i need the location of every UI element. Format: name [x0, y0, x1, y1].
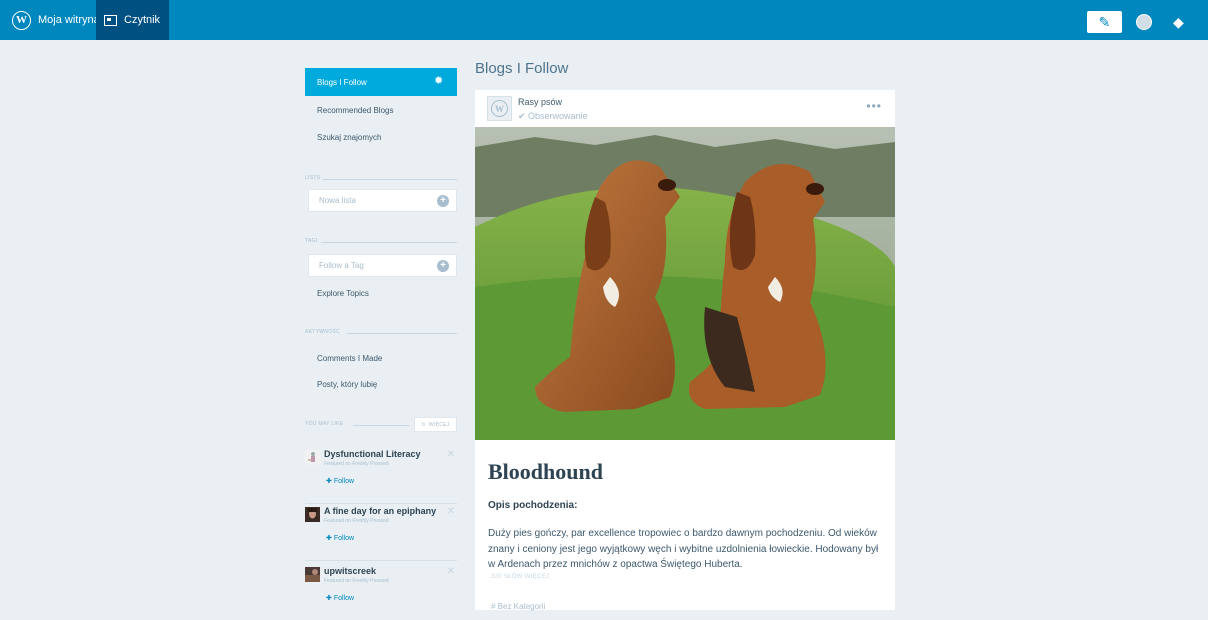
more-button[interactable]: ↻ WIĘCEJ — [414, 417, 457, 432]
blog-featured: Featured on Freshly Pressed — [324, 461, 389, 467]
more-options-icon[interactable]: ••• — [866, 99, 882, 113]
post-card: W Rasy psów ✔ Obserwowanie ••• Bloodhoun… — [475, 90, 895, 611]
follow-plus-icon: ✚ — [326, 478, 334, 485]
top-bar: W Moja witryna Czytnik ✎ ◆ — [0, 0, 1208, 40]
follow-button[interactable]: ✚ Follow — [326, 594, 354, 602]
blog-thumbnail — [305, 507, 320, 522]
check-icon: ✔ — [518, 111, 529, 121]
post-featured-image[interactable] — [475, 127, 895, 440]
sidebar-item-find-friends[interactable]: Szukaj znajomych — [317, 133, 381, 142]
gear-icon[interactable]: ✹ — [434, 76, 445, 87]
my-site-button[interactable]: W Moja witryna — [6, 0, 101, 40]
dismiss-icon[interactable]: ✕ — [447, 566, 455, 577]
blog-name[interactable]: upwitscreek — [324, 566, 376, 576]
add-list-icon[interactable]: + — [437, 195, 449, 207]
reader-label: Czytnik — [124, 14, 161, 26]
blog-thumbnail — [305, 567, 320, 582]
follow-plus-icon: ✚ — [326, 535, 334, 542]
notifications-icon[interactable]: ◆ — [1173, 14, 1189, 30]
sidebar-item-blogs-i-follow[interactable]: Blogs I Follow ✹ — [305, 68, 457, 96]
follow-tag-placeholder: Follow a Tag — [319, 261, 364, 270]
add-tag-icon[interactable]: + — [437, 260, 449, 272]
post-excerpt: Duży pies gończy, par excellence tropowi… — [488, 528, 879, 570]
lists-section-header: LISTS — [305, 175, 457, 185]
explore-topics-link[interactable]: Explore Topics — [317, 289, 369, 298]
page-title: Blogs I Follow — [475, 60, 569, 77]
post-title[interactable]: Bloodhound — [488, 459, 603, 485]
dismiss-icon[interactable]: ✕ — [447, 449, 455, 460]
avatar-icon[interactable] — [1136, 14, 1152, 30]
bloodhounds-photo — [475, 127, 895, 440]
word-count-link[interactable]: 320 SŁÓW WIĘCEJ — [491, 574, 549, 580]
sidebar-item-label: Blogs I Follow — [317, 77, 367, 87]
tags-section-header: TAGI — [305, 238, 457, 248]
site-icon[interactable]: W — [487, 96, 512, 121]
wordpress-icon: W — [491, 100, 508, 117]
post-subtitle: Opis pochodzenia: — [488, 500, 578, 511]
blog-name[interactable]: Dysfunctional Literacy — [324, 449, 421, 459]
sidebar-item-comments-made[interactable]: Comments I Made — [317, 354, 382, 363]
list-item: Dysfunctional Literacy Featured on Fresh… — [305, 448, 457, 504]
follow-button[interactable]: ✚ Follow — [326, 477, 354, 485]
following-status[interactable]: ✔ Obserwowanie — [518, 111, 588, 122]
you-may-like-header: YOU MAY LIKE ↻ WIĘCEJ — [305, 417, 457, 432]
new-list-placeholder: Nowa lista — [319, 196, 356, 205]
follow-button[interactable]: ✚ Follow — [326, 534, 354, 542]
sidebar-item-recommended-blogs[interactable]: Recommended Blogs — [317, 106, 393, 115]
wordpress-icon: W — [12, 10, 31, 30]
blog-featured: Featured on Freshly Pressed — [324, 518, 389, 524]
sidebar-item-liked-posts[interactable]: Posty, który lubię — [317, 380, 377, 389]
follow-tag-input[interactable]: Follow a Tag + — [308, 254, 457, 277]
blog-thumbnail — [305, 450, 320, 465]
reader-icon — [104, 14, 117, 26]
blog-name[interactable]: A fine day for an epiphany — [324, 506, 436, 516]
post-header: W Rasy psów ✔ Obserwowanie ••• — [475, 90, 895, 127]
pencil-icon: ✎ — [1098, 13, 1111, 30]
new-list-input[interactable]: Nowa lista + — [308, 189, 457, 212]
reader-button[interactable]: Czytnik — [96, 0, 169, 40]
follow-plus-icon: ✚ — [326, 595, 334, 602]
my-site-label: Moja witryna — [38, 14, 100, 26]
blog-featured: Featured on Freshly Pressed — [324, 578, 389, 584]
write-post-button[interactable]: ✎ — [1087, 11, 1122, 33]
site-name[interactable]: Rasy psów — [518, 97, 562, 107]
list-item: upwitscreek Featured on Freshly Pressed … — [305, 565, 457, 620]
list-item: A fine day for an epiphany Featured on F… — [305, 505, 457, 561]
refresh-icon: ↻ — [421, 421, 426, 428]
dismiss-icon[interactable]: ✕ — [447, 506, 455, 517]
activity-section-header: AKTYWNOŚĆ — [305, 329, 457, 339]
